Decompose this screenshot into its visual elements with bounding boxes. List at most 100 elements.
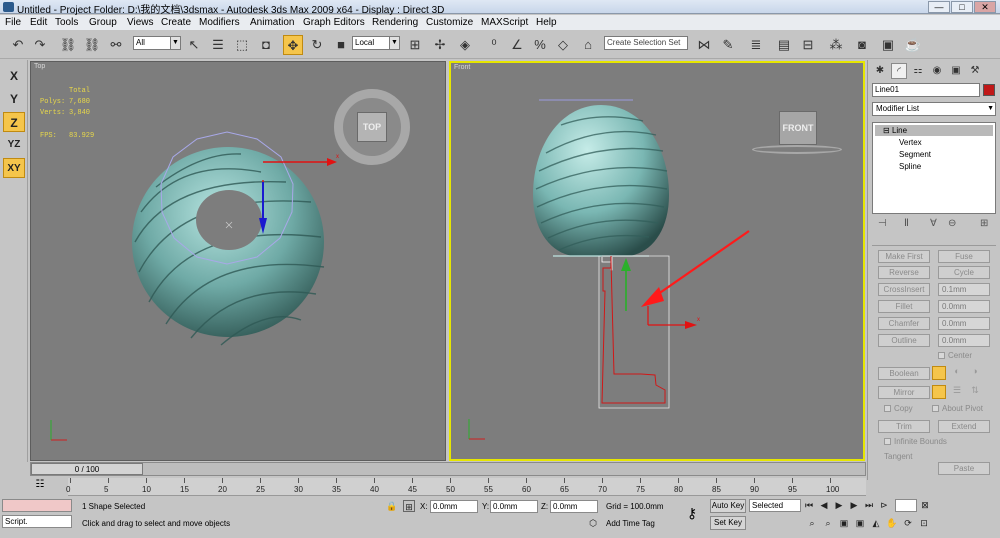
object-name-field[interactable]: Line01 [872,83,980,97]
utilities-tab-icon[interactable]: ⚒ [967,63,983,79]
minimize-button[interactable]: — [928,1,950,13]
boolean-subtract-icon[interactable]: ◐ [950,366,964,380]
mirror-icon[interactable]: ⋈ [694,35,714,55]
maxscript-mini-listener[interactable]: Script. [2,515,72,528]
z-coordinate-field[interactable]: 0.0mm [550,500,598,513]
render-production-icon[interactable]: ☕ [903,35,923,55]
select-and-scale-icon[interactable]: ■ [331,35,351,55]
mini-curve-editor-icon[interactable]: ☷ [32,479,48,493]
configure-sets-icon[interactable]: ⊞ [980,218,988,229]
modifier-list-dropdown[interactable]: Modifier List ▼ [872,102,996,116]
zoom-icon[interactable]: ⌕ [806,517,818,529]
menu-edit[interactable]: Edit [30,17,47,28]
copy-checkbox[interactable]: Copy [884,404,913,413]
chamfer-spinner[interactable]: 0.0mm [938,317,990,330]
boolean-intersect-icon[interactable]: ◑ [968,366,982,380]
show-end-result-icon[interactable]: Ⅱ [904,218,909,229]
pin-stack-icon[interactable]: ⊣ [878,218,887,229]
select-and-rotate-icon[interactable]: ↻ [307,35,327,55]
current-frame-field[interactable] [895,499,917,512]
go-to-start-icon[interactable]: ⏮ [803,499,815,511]
menu-modifiers[interactable]: Modifiers [199,17,240,28]
menu-create[interactable]: Create [161,17,191,28]
absolute-mode-icon[interactable]: ⊞ [403,500,415,512]
cycle-button[interactable]: Cycle [938,266,990,279]
rendered-frame-window-icon[interactable]: ▣ [878,35,898,55]
mirror-both-icon[interactable]: ⇅ [968,385,982,399]
viewcube-ring[interactable] [752,145,842,154]
pivot-center-icon[interactable]: ⊞ [405,35,425,55]
make-unique-icon[interactable]: ∀ [930,218,937,229]
rectangular-selection-icon[interactable]: ⬚ [232,35,252,55]
select-by-name-icon[interactable]: ☰ [208,35,228,55]
display-tab-icon[interactable]: ▣ [948,63,964,79]
menu-animation[interactable]: Animation [250,17,294,28]
outline-button[interactable]: Outline [878,334,930,347]
modify-tab-icon[interactable]: ◜ [891,63,907,79]
spinner-snap-icon[interactable]: ◇ [553,35,573,55]
menu-group[interactable]: Group [89,17,117,28]
axis-x-button[interactable]: X [3,66,25,86]
paste-button[interactable]: Paste [938,462,990,475]
center-checkbox[interactable]: Center [938,351,972,360]
hierarchy-tab-icon[interactable]: ⚏ [910,63,926,79]
zoom-extents-icon[interactable]: ▣ [838,517,850,529]
pan-icon[interactable]: ✋ [886,517,898,529]
edit-named-selection-icon[interactable]: ⌂ [578,35,598,55]
field-of-view-icon[interactable]: ◭ [870,517,882,529]
viewport-top[interactable]: Top Total Polys: 7,680 Verts: 3,840 FPS:… [30,61,446,461]
add-time-tag[interactable]: Add Time Tag [606,519,655,528]
fillet-button[interactable]: Fillet [878,300,930,313]
layer-manager-icon[interactable]: ≣ [746,35,766,55]
about-pivot-checkbox[interactable]: About Pivot [932,404,983,413]
viewcube-top[interactable]: TOP [357,112,387,142]
menu-tools[interactable]: Tools [55,17,78,28]
percent-snap-icon[interactable]: % [530,35,550,55]
trim-button[interactable]: Trim [878,420,930,433]
unlink-icon[interactable]: ⛓ [82,35,102,55]
zoom-all-icon[interactable]: ⌕ [822,517,834,529]
stack-item-line[interactable]: ⊟ Line [875,125,993,136]
viewcube-front[interactable]: FRONT [779,111,817,145]
axis-yz-button[interactable]: YZ [3,135,25,155]
set-key-icon[interactable]: ⚷ [680,505,704,523]
render-setup-icon[interactable]: ◙ [852,35,872,55]
chamfer-button[interactable]: Chamfer [878,317,930,330]
key-filter-dropdown[interactable]: Selected [749,499,801,512]
select-object-icon[interactable]: ↖ [184,35,204,55]
remove-modifier-icon[interactable]: ⊖ [948,218,956,229]
boolean-button[interactable]: Boolean [878,367,930,380]
keyboard-shortcut-override-icon[interactable]: ◈ [455,35,475,55]
maxscript-listener-field[interactable] [2,499,72,512]
previous-frame-icon[interactable]: ◀ [818,499,830,511]
orbit-icon[interactable]: ⟳ [902,517,914,529]
manipulate-icon[interactable]: ✢ [430,35,450,55]
key-mode-icon[interactable]: ⊳ [878,499,890,511]
snaps-toggle-icon[interactable]: ⁰ [484,35,504,55]
set-key-button[interactable]: Set Key [710,516,746,530]
time-config-icon[interactable]: ⊠ [919,499,931,511]
time-slider[interactable]: 0 / 100 [30,462,866,476]
curve-editor-icon[interactable]: ▤ [774,35,794,55]
extend-button[interactable]: Extend [938,420,990,433]
auto-key-button[interactable]: Auto Key [710,499,746,513]
menu-customize[interactable]: Customize [426,17,473,28]
x-coordinate-field[interactable]: 0.0mm [430,500,478,513]
motion-tab-icon[interactable]: ◉ [929,63,945,79]
align-icon[interactable]: ✎ [718,35,738,55]
time-slider-thumb[interactable]: 0 / 100 [31,463,143,475]
expand-icon[interactable]: ⊟ [883,126,892,135]
selection-filter-dropdown[interactable]: All ▼ [133,36,181,50]
crossinsert-button[interactable]: CrossInsert [878,283,930,296]
named-selection-set-field[interactable]: Create Selection Set [604,36,688,50]
zoom-extents-all-icon[interactable]: ▣ [854,517,866,529]
bind-to-space-warp-icon[interactable]: ⚯ [106,35,126,55]
menu-maxscript[interactable]: MAXScript [481,17,528,28]
material-editor-icon[interactable]: ⁂ [826,35,846,55]
mirror-vertical-icon[interactable]: ☰ [950,385,964,399]
undo-icon[interactable]: ↶ [8,35,28,55]
maximize-viewport-icon[interactable]: ⊡ [918,517,930,529]
create-tab-icon[interactable]: ✱ [872,63,888,79]
schematic-view-icon[interactable]: ⊟ [798,35,818,55]
boolean-union-icon[interactable] [932,366,946,380]
